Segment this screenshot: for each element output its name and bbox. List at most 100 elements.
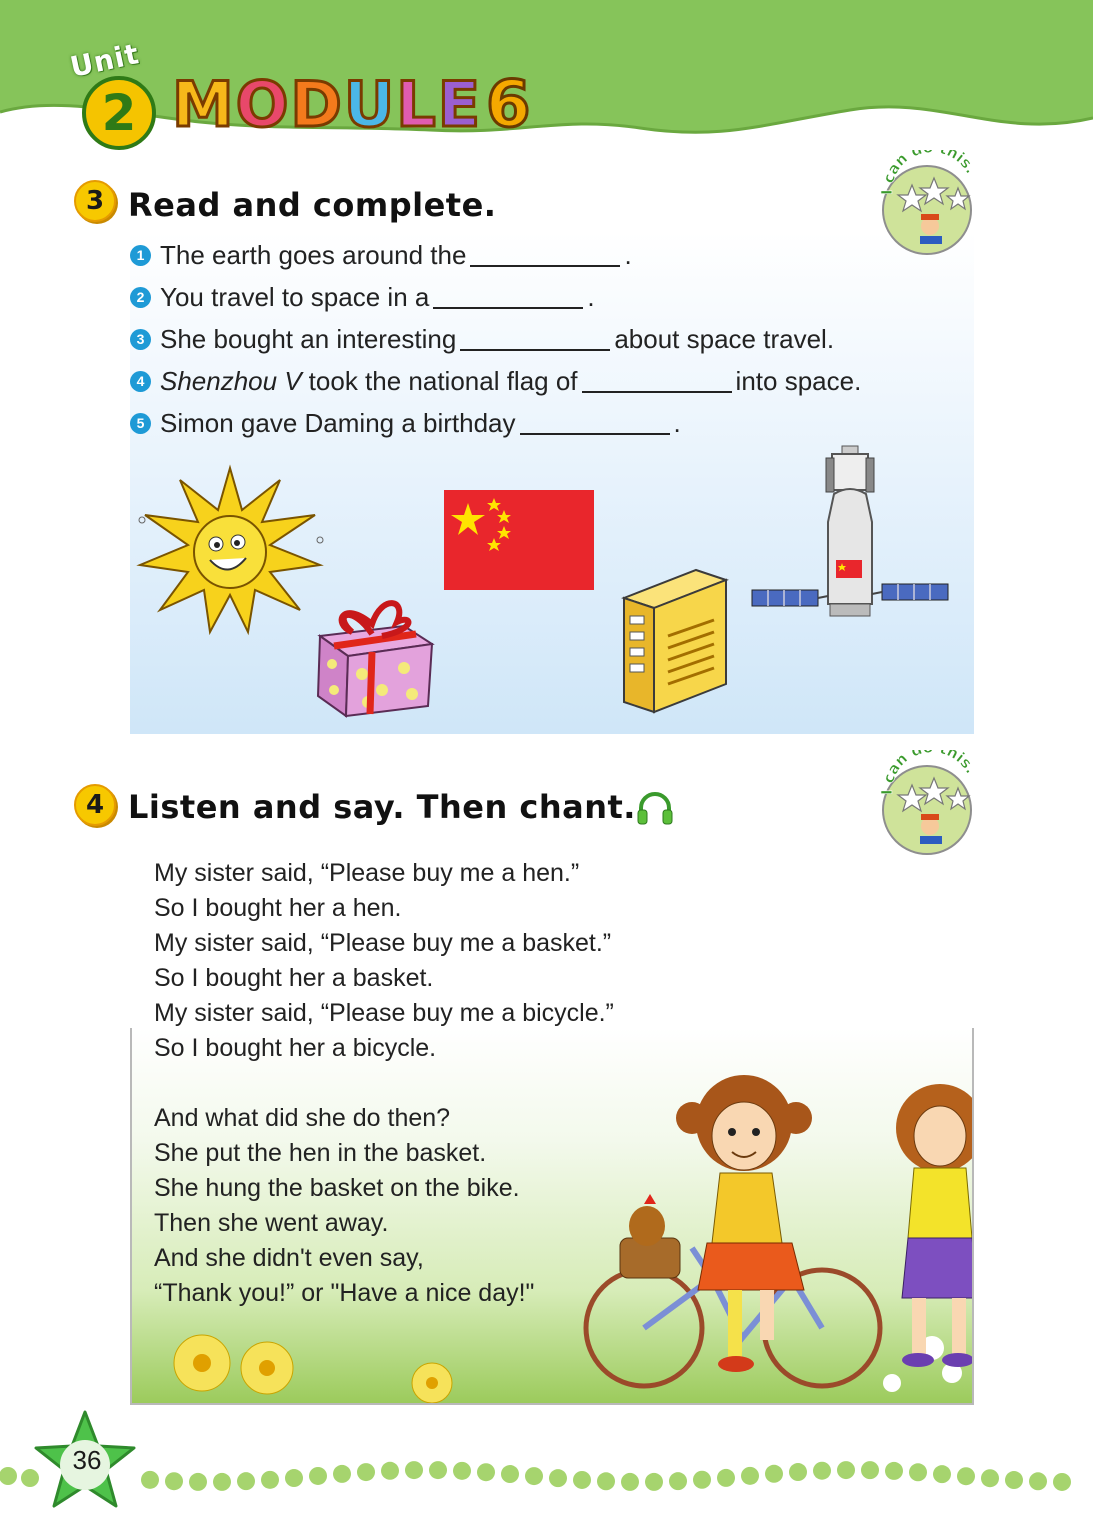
footer-dot [885, 1461, 903, 1480]
exercise-3-number: 3 [74, 180, 116, 222]
chant-line: Then she went away. [154, 1209, 389, 1237]
module-letter: O [234, 67, 291, 143]
footer-dot [693, 1470, 711, 1489]
chant-line: And she didn't even say, [154, 1244, 424, 1272]
footer-dot [453, 1461, 471, 1480]
question-row: 4 Shenzhou Vtook the national flag of into… [130, 364, 861, 398]
footer-dot [741, 1466, 759, 1485]
footer-dot [189, 1472, 207, 1491]
module-letter: D [289, 67, 344, 143]
footer-dot [957, 1467, 975, 1486]
chant-line: My sister said, “Please buy me a basket.… [154, 929, 612, 957]
header-banner [0, 0, 1093, 134]
footer-dot [597, 1472, 615, 1491]
footer-dot [405, 1461, 423, 1480]
footer-dot [837, 1461, 855, 1480]
question-text: She bought an interesting [160, 323, 457, 354]
question-row: 3 She bought an interesting about space tr… [130, 322, 834, 356]
module-letter: U [342, 67, 397, 143]
answer-blank[interactable] [470, 243, 621, 267]
footer-dot [549, 1469, 567, 1488]
chant-line: So I bought her a bicycle. [154, 1034, 437, 1062]
question-row: 1 The earth goes around the. [130, 238, 632, 272]
answer-blank[interactable] [460, 327, 611, 351]
module-word: MODULE [171, 67, 483, 143]
footer-dot [621, 1472, 639, 1491]
footer-dot [333, 1464, 351, 1483]
gift-box-picture [316, 600, 435, 718]
question-text-after: into space. [735, 365, 862, 396]
footer-dot-border [0, 1461, 1071, 1491]
spaceship-picture [751, 445, 949, 617]
question-italic-text: Shenzhou V [160, 365, 302, 396]
question-number: 2 [130, 286, 151, 308]
question-text-after: . [624, 239, 632, 270]
footer-dot [0, 1467, 17, 1485]
footer-dot [261, 1470, 279, 1489]
footer-dot [765, 1464, 783, 1483]
unit-number-badge: 2 [82, 76, 156, 150]
chant-line: My sister said, “Please buy me a bicycle… [154, 999, 614, 1027]
question-text: You travel to space in a [160, 281, 430, 312]
footer-dot [909, 1463, 927, 1482]
footer-dot [285, 1469, 303, 1488]
question-text-after: . [673, 407, 681, 438]
chant-line: My sister said, “Please buy me a hen.” [154, 859, 580, 887]
question-row: 5 Simon gave Daming a birthday. [130, 406, 681, 440]
footer-dot [1029, 1472, 1047, 1491]
chant-line: So I bought her a basket. [154, 964, 434, 992]
footer-dot [213, 1472, 231, 1491]
footer-dot [477, 1463, 495, 1482]
module-letter: E [436, 67, 483, 143]
exercise-4-title: Listen and say. Then chant. [128, 788, 636, 826]
chant-line: And what did she do then? [154, 1104, 451, 1132]
question-number: 5 [130, 412, 151, 434]
exercise-3-title: Read and complete. [128, 186, 497, 224]
answer-blank[interactable] [433, 285, 584, 309]
chant-line: She hung the basket on the bike. [154, 1174, 520, 1202]
i-can-do-this-badge-3: I can do this. [878, 150, 980, 255]
question-text: The earth goes around the [160, 239, 467, 270]
answer-blank[interactable] [519, 411, 670, 435]
footer-dot [309, 1466, 327, 1485]
question-text: took the national flag of [308, 365, 578, 396]
footer-dot [933, 1465, 951, 1484]
footer-dot [381, 1461, 399, 1480]
headphones-icon[interactable] [636, 790, 674, 826]
footer-dot [981, 1469, 999, 1488]
footer-dot [1053, 1472, 1071, 1491]
footer-dot [573, 1470, 591, 1489]
module-letter: M [171, 67, 236, 143]
footer-dot [165, 1472, 183, 1491]
question-number: 4 [130, 370, 151, 392]
question-row: 2 You travel to space in a. [130, 280, 595, 314]
chant-line: She put the hen in the basket. [154, 1139, 487, 1167]
footer-dot [237, 1472, 255, 1491]
exercise-4-number: 4 [74, 784, 116, 826]
footer-dot [501, 1465, 519, 1484]
footer-dot [861, 1461, 879, 1480]
book-picture [621, 568, 729, 714]
question-text: Simon gave Daming a birthday [160, 407, 516, 438]
footer-dot [645, 1472, 663, 1491]
chant-line: “Thank you!” or "Have a nice day!" [154, 1279, 535, 1307]
footer-dot [525, 1467, 543, 1486]
module-number: 6 [485, 67, 533, 144]
i-can-do-this-badge-4: I can do this. [878, 750, 980, 855]
sun-picture [136, 464, 324, 636]
answer-blank[interactable] [581, 369, 732, 393]
footer-dot [789, 1463, 807, 1482]
footer-dot [429, 1461, 447, 1480]
module-title: MODULE [171, 67, 483, 143]
question-text-after: . [587, 281, 595, 312]
footer-dot [669, 1472, 687, 1491]
china-flag-picture [444, 490, 594, 590]
footer-dot [1005, 1471, 1023, 1490]
footer-dot [21, 1469, 39, 1488]
footer-dot [813, 1461, 831, 1480]
footer-dot [357, 1463, 375, 1482]
question-number: 1 [130, 244, 151, 266]
footer-dot [141, 1470, 159, 1489]
question-number: 3 [130, 328, 151, 350]
question-text-after: about space travel. [614, 323, 835, 354]
